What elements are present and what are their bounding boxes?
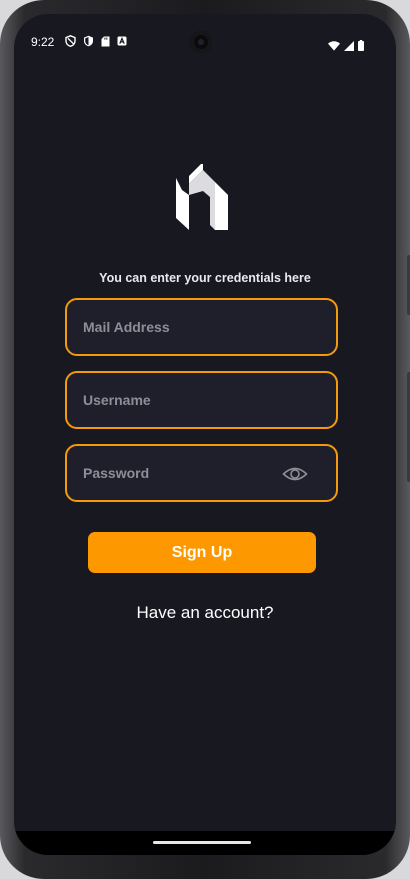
phone-frame: 9:22 You can enter your credentials here… xyxy=(0,0,410,879)
username-field[interactable] xyxy=(65,371,338,429)
app-screen: 9:22 You can enter your credentials here… xyxy=(14,14,396,855)
mail-address-input[interactable] xyxy=(81,300,281,354)
have-account-link[interactable]: Have an account? xyxy=(14,603,396,623)
sign-up-button[interactable]: Sign Up xyxy=(88,532,316,573)
text-recognition-icon xyxy=(117,36,127,46)
password-input[interactable] xyxy=(81,446,281,500)
eye-icon[interactable] xyxy=(282,464,308,484)
battery-icon xyxy=(358,36,364,55)
password-field[interactable] xyxy=(65,444,338,502)
notification-icons xyxy=(65,35,127,47)
home-indicator[interactable] xyxy=(153,841,251,844)
system-icons xyxy=(328,36,364,55)
shield-filled-icon xyxy=(83,35,94,47)
status-time: 9:22 xyxy=(31,35,55,49)
mail-address-field[interactable] xyxy=(65,298,338,356)
signal-icon xyxy=(344,36,354,55)
front-camera xyxy=(190,31,212,53)
credentials-hint: You can enter your credentials here xyxy=(99,271,311,285)
brand-logo-icon xyxy=(176,164,228,230)
wifi-icon xyxy=(328,36,340,55)
navigation-bar xyxy=(14,831,396,855)
status-bar: 9:22 xyxy=(14,14,396,70)
sd-card-icon xyxy=(101,36,110,47)
shield-outline-icon xyxy=(65,35,76,47)
username-input[interactable] xyxy=(81,373,281,427)
